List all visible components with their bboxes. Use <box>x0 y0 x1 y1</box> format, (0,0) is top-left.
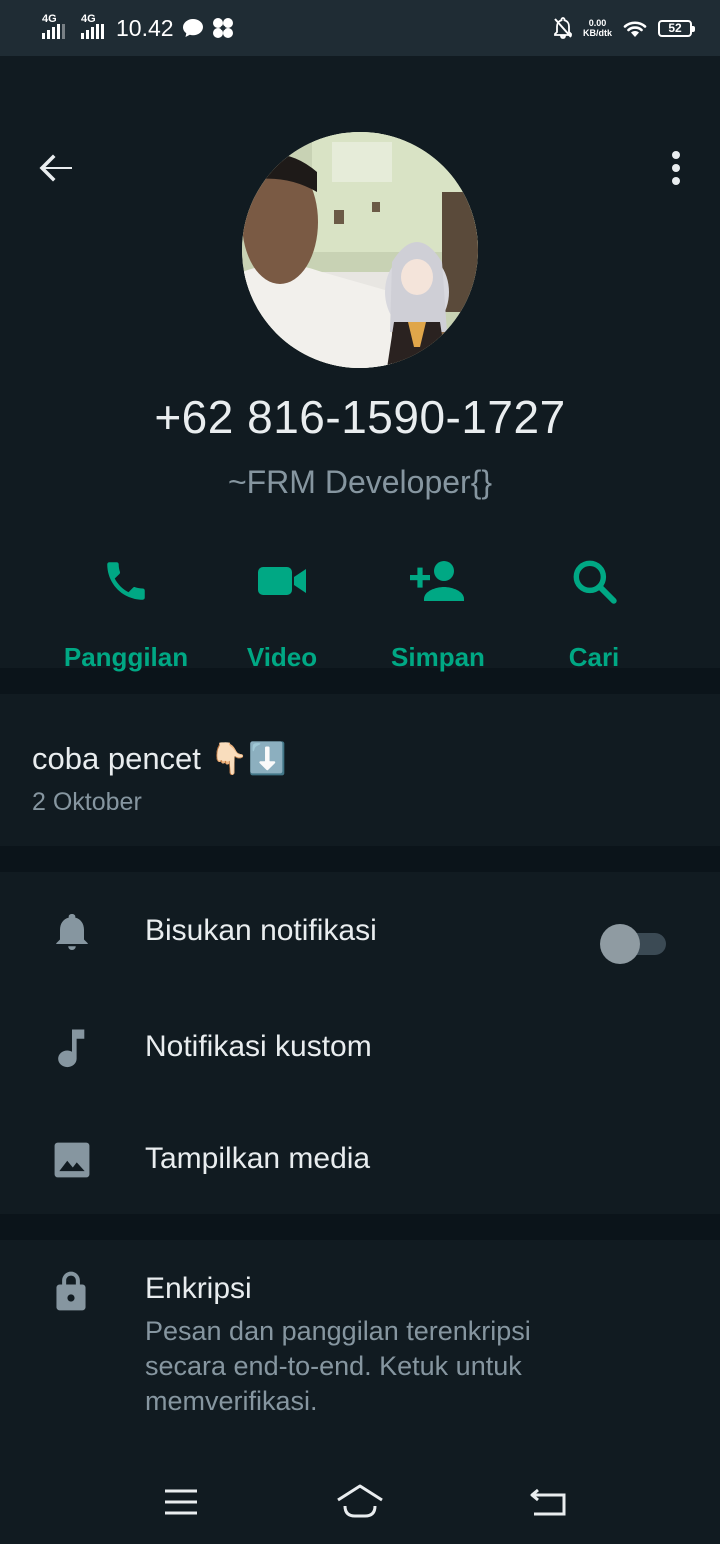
media-visibility-label: Tampilkan media <box>145 1142 371 1175</box>
add-person-icon <box>410 561 464 601</box>
about-section[interactable]: coba pencet 👇🏻⬇️ 2 Oktober <box>0 694 720 846</box>
more-options-icon[interactable] <box>664 150 688 186</box>
search-button[interactable]: Cari <box>519 556 669 686</box>
network-speed: 0.00 KB/dtk <box>583 18 612 38</box>
signal-sim2-icon: 4G <box>81 13 104 39</box>
status-right: 0.00 KB/dtk 52 <box>553 17 695 39</box>
bell-icon <box>50 910 94 954</box>
custom-notifications-label: Notifikasi kustom <box>145 1030 372 1063</box>
search-label: Cari <box>568 642 620 672</box>
settings-section: Bisukan notifikasi Notifikasi kustom Tam… <box>0 872 720 1214</box>
network-speed-unit: KB/dtk <box>583 28 612 38</box>
music-note-icon <box>50 1026 94 1070</box>
about-text: coba pencet 👇🏻⬇️ <box>32 741 287 776</box>
contact-phone-number: +62 816-1590-1727 <box>154 391 566 443</box>
back-navigation-icon[interactable] <box>524 1482 574 1522</box>
status-left: 4G 4G 10.42 <box>42 13 234 42</box>
pinwheel-notification-icon <box>212 18 233 38</box>
contact-avatar[interactable] <box>242 132 478 368</box>
signal-sim1-icon: 4G <box>42 13 65 39</box>
encryption-section[interactable]: Enkripsi Pesan dan panggilan terenkripsi… <box>0 1240 720 1460</box>
recent-apps-menu-icon[interactable] <box>156 1482 206 1522</box>
network-type-sim2: 4G <box>81 13 96 25</box>
toggle-knob <box>600 924 640 964</box>
battery-icon: 52 <box>658 19 695 37</box>
notifications-off-icon <box>554 17 572 39</box>
video-call-label: Video <box>246 642 318 672</box>
image-icon <box>50 1138 94 1182</box>
search-icon <box>573 560 617 604</box>
wifi-icon <box>623 21 647 37</box>
custom-notifications-row[interactable]: Notifikasi kustom <box>0 998 720 1098</box>
video-call-button[interactable]: Video <box>207 556 357 686</box>
encryption-title: Enkripsi <box>145 1272 252 1305</box>
network-speed-value: 0.00 <box>588 18 607 28</box>
back-arrow-icon[interactable] <box>36 148 76 188</box>
clock: 10.42 <box>116 14 174 41</box>
call-label: Panggilan <box>63 642 189 672</box>
mute-notifications-label: Bisukan notifikasi <box>145 914 377 947</box>
network-type-sim1: 4G <box>42 13 57 25</box>
phone-icon <box>107 562 145 600</box>
media-visibility-row[interactable]: Tampilkan media <box>0 1110 720 1210</box>
about-date: 2 Oktober <box>32 788 142 816</box>
video-icon <box>258 567 306 595</box>
contact-header: +62 816-1590-1727 ~FRM Developer{} Pangg… <box>0 56 720 672</box>
contact-actions: Panggilan Video Simpan Cari <box>0 556 720 686</box>
save-contact-label: Simpan <box>391 642 485 672</box>
system-status-bar: 4G 4G 10.42 0.00 KB/dtk 52 <box>0 0 720 56</box>
save-contact-button[interactable]: Simpan <box>363 556 513 686</box>
call-button[interactable]: Panggilan <box>51 556 201 686</box>
chat-bubble-notification-icon <box>182 19 203 37</box>
mute-notifications-toggle[interactable] <box>600 924 666 964</box>
contact-push-name: ~FRM Developer{} <box>227 464 493 500</box>
battery-level: 52 <box>668 21 682 35</box>
lock-icon <box>54 1270 88 1317</box>
system-navigation-bar <box>0 1460 720 1544</box>
home-icon[interactable] <box>335 1482 385 1522</box>
avatar-photo <box>242 132 478 368</box>
encryption-description: Pesan dan panggilan terenkripsi secara e… <box>145 1316 531 1416</box>
mute-notifications-row[interactable]: Bisukan notifikasi <box>0 882 720 982</box>
